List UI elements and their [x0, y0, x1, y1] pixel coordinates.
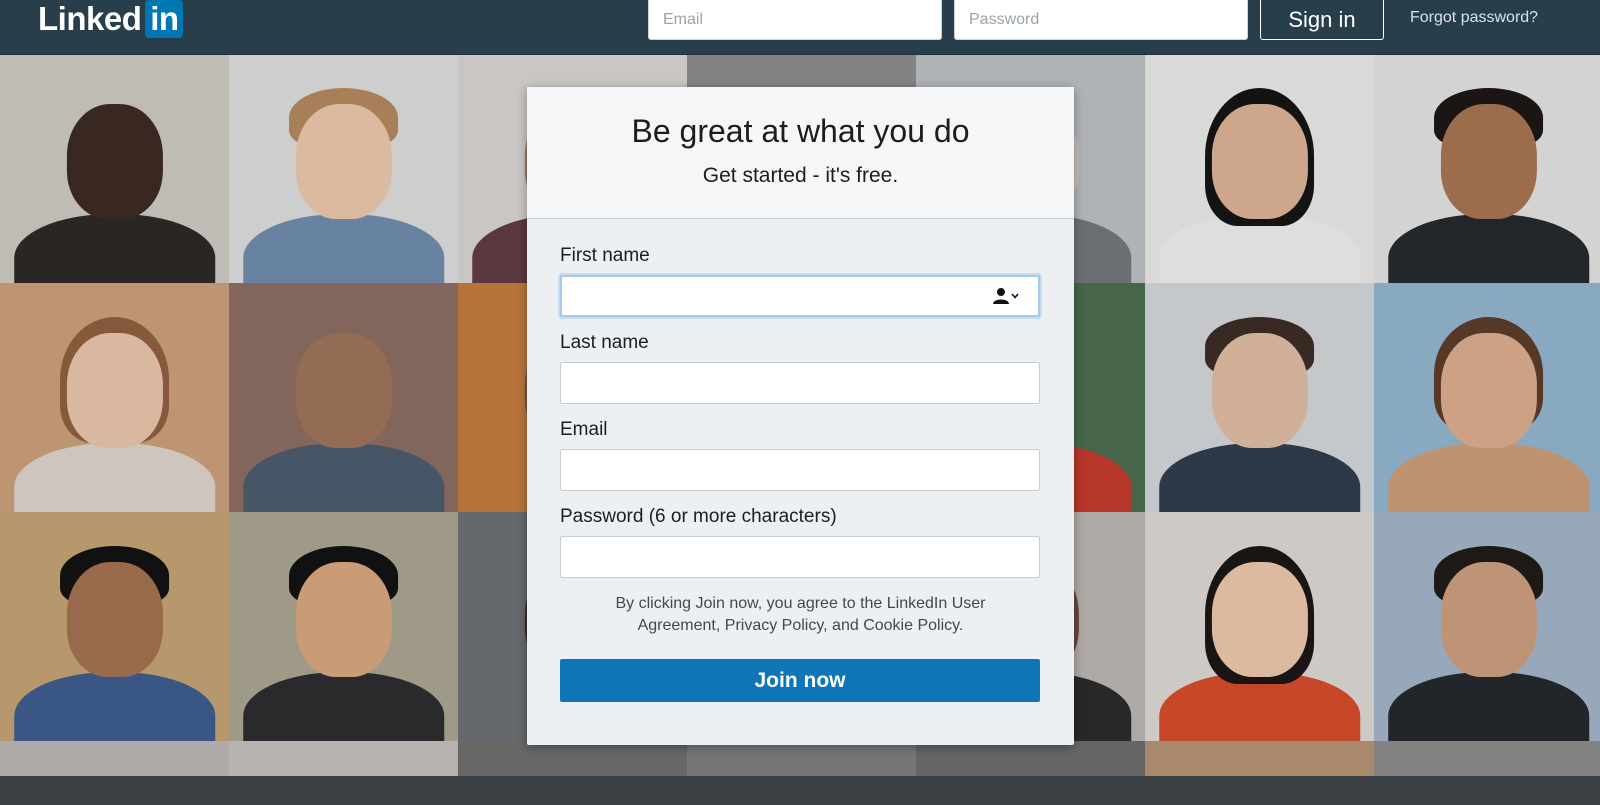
signup-subtitle: Get started - it's free. — [702, 164, 899, 187]
person-autofill-icon[interactable] — [993, 287, 1019, 305]
footer-bar — [0, 776, 1600, 805]
email-input[interactable] — [560, 449, 1040, 491]
signup-card-header: Be great at what you do Get started - it… — [527, 87, 1074, 219]
first-name-label: First name — [560, 245, 650, 266]
email-label: Email — [560, 419, 608, 440]
sign-in-button[interactable]: Sign in — [1260, 0, 1384, 40]
signup-form: First name Last name Email Password (6 o… — [527, 219, 1074, 702]
forgot-password-link[interactable]: Forgot password? — [1410, 9, 1538, 27]
email-field-wrap — [560, 449, 1041, 491]
linkedin-signup-page: Linked in Sign in Forgot password? Be gr… — [0, 0, 1600, 805]
signup-title: Be great at what you do — [631, 113, 970, 149]
linkedin-logo[interactable]: Linked in — [38, 0, 184, 38]
last-name-label: Last name — [560, 332, 649, 353]
chevron-down-icon — [1011, 293, 1019, 299]
first-name-input[interactable] — [560, 275, 1040, 317]
last-name-input[interactable] — [560, 362, 1040, 404]
legal-agreement-text: By clicking Join now, you agree to the L… — [615, 595, 986, 634]
logo-text: Linked — [38, 0, 142, 37]
join-now-button[interactable]: Join now — [560, 659, 1040, 702]
nav-email-input[interactable] — [648, 0, 942, 40]
password-field-wrap — [560, 536, 1041, 578]
password-input[interactable] — [560, 536, 1040, 578]
signup-card: Be great at what you do Get started - it… — [527, 87, 1074, 745]
person-icon — [993, 288, 1019, 304]
logo-in-box: in — [145, 0, 184, 38]
nav-password-input[interactable] — [954, 0, 1248, 40]
password-label: Password (6 or more characters) — [560, 506, 837, 527]
top-nav-bar: Linked in Sign in Forgot password? — [0, 0, 1600, 55]
last-name-field-wrap — [560, 362, 1041, 404]
first-name-field-wrap — [560, 275, 1041, 317]
